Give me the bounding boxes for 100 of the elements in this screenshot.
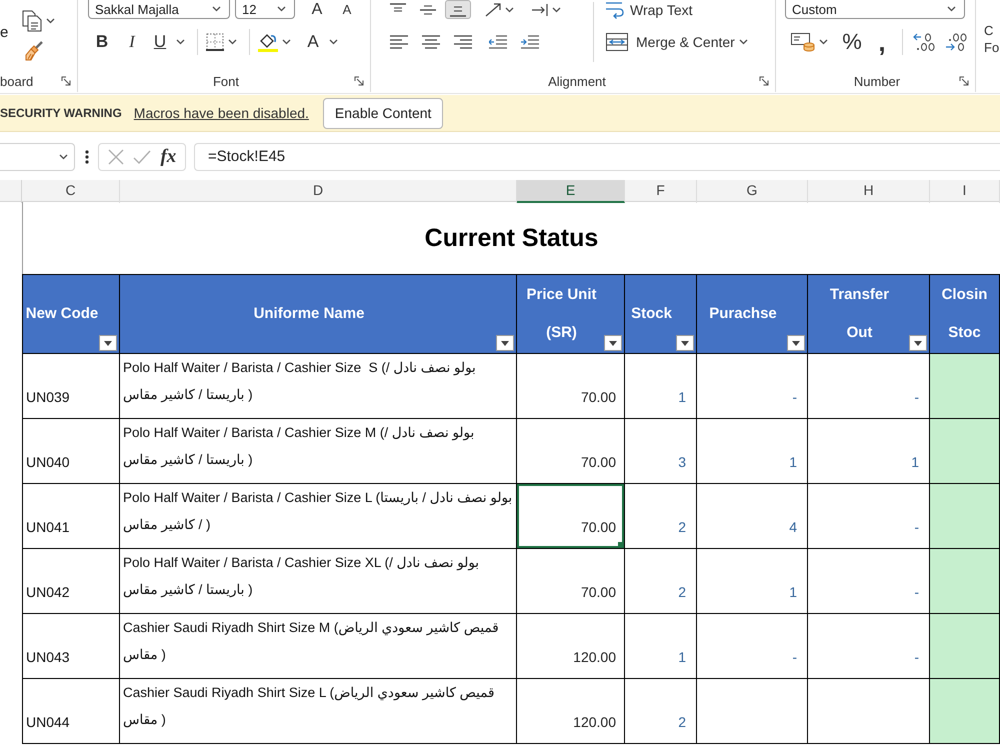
table-cell: 120.00 xyxy=(517,614,625,679)
decrease-indent-icon[interactable] xyxy=(489,35,507,49)
formula-field[interactable]: =Stock!E45 xyxy=(194,142,1000,170)
dialog-launcher-icon[interactable] xyxy=(759,76,769,86)
dialog-launcher-icon[interactable] xyxy=(354,76,364,86)
group-label: Alignment xyxy=(548,74,606,88)
column-title: Transfer Out xyxy=(828,285,890,343)
align-left-icon xyxy=(390,35,408,49)
chevron-down-icon[interactable] xyxy=(947,6,956,12)
wrap-text-icon xyxy=(606,0,624,18)
chevron-down-icon[interactable] xyxy=(46,18,56,24)
table-cell: 2 xyxy=(625,484,697,549)
column-title: New Code xyxy=(26,304,98,324)
chevron-down-icon[interactable] xyxy=(277,6,286,12)
group-label: board xyxy=(0,74,34,88)
dialog-launcher-icon[interactable] xyxy=(959,76,969,86)
caret-down-icon xyxy=(104,340,112,346)
font-name-dropdown[interactable]: Sakkal Majalla xyxy=(88,0,230,19)
diagonal-arrow-icon[interactable] xyxy=(485,2,501,16)
merge-cells-icon xyxy=(606,33,628,51)
column-title: Stock xyxy=(631,304,672,324)
chevron-down-icon[interactable] xyxy=(282,39,291,45)
chevron-down-icon[interactable] xyxy=(552,6,561,12)
comma-style-button[interactable]: , xyxy=(870,29,894,55)
arrow-to-bar-icon[interactable] xyxy=(532,2,548,16)
warning-title: SECURITY WARNING xyxy=(0,106,122,120)
merge-center-button[interactable]: Merge & Center xyxy=(606,29,735,55)
table-cell: 1 xyxy=(625,614,697,679)
decrease-decimal-icon[interactable] xyxy=(945,33,967,51)
copy-icon[interactable] xyxy=(22,10,42,32)
caret-down-icon xyxy=(501,340,509,346)
vertical-dots-icon[interactable] xyxy=(85,150,89,164)
column-heading[interactable]: G xyxy=(697,180,808,203)
grow-font-button[interactable]: A xyxy=(305,0,329,22)
filter-button[interactable] xyxy=(676,335,694,351)
caret-down-icon xyxy=(792,340,800,346)
table-cell: 3 xyxy=(625,419,697,484)
table-cell: Cashier Saudi Riyadh Shirt Size M (قميص كاشير سعودي الرياض مقاس ) xyxy=(120,614,517,679)
checkmark-icon[interactable] xyxy=(133,150,152,164)
percent-style-button[interactable]: % xyxy=(840,29,864,55)
chevron-down-icon[interactable] xyxy=(329,39,338,45)
align-button[interactable] xyxy=(445,0,471,19)
table-cell: - xyxy=(697,614,808,679)
table-cell: 1 xyxy=(697,419,808,484)
conditional-formatting-button[interactable]: C Fo xyxy=(984,22,1000,56)
chevron-down-icon[interactable] xyxy=(59,154,68,160)
filter-button[interactable] xyxy=(604,335,622,351)
number-format-dropdown[interactable]: Custom xyxy=(785,0,965,19)
increase-indent-icon[interactable] xyxy=(521,35,539,49)
table-cell: 70.00 xyxy=(517,549,625,614)
chevron-down-icon[interactable] xyxy=(738,39,748,45)
italic-button[interactable]: I xyxy=(120,29,144,55)
paste-button[interactable]: e xyxy=(0,24,8,42)
table-cell: 1 xyxy=(697,549,808,614)
chevron-down-icon[interactable] xyxy=(212,6,221,12)
table-cell: 1 xyxy=(625,354,697,419)
table-cell: Polo Half Waiter / Barista / Cashier Size M (بولو نصف نادل / باريستا / كاشير مقاس ) xyxy=(120,419,517,484)
chevron-down-icon[interactable] xyxy=(176,39,185,45)
group-label: Font xyxy=(212,74,239,88)
font-size-dropdown[interactable]: 12 xyxy=(235,0,295,19)
paintbrush-icon[interactable] xyxy=(25,41,44,61)
table-cell: 70.00 xyxy=(517,354,625,419)
filter-button[interactable] xyxy=(909,335,927,351)
caret-down-icon xyxy=(609,340,617,346)
align-center-icon xyxy=(422,35,440,49)
chevron-down-icon[interactable] xyxy=(819,39,828,45)
column-heading[interactable]: F xyxy=(625,180,697,203)
table-cell: UN040 xyxy=(22,419,120,484)
table-cell: 4 xyxy=(697,484,808,549)
table-cell: UN044 xyxy=(22,679,120,744)
column-heading[interactable]: I xyxy=(930,180,1000,203)
dialog-launcher-icon[interactable] xyxy=(61,76,71,86)
shrink-font-button[interactable]: A xyxy=(335,0,359,22)
column-heading[interactable]: E xyxy=(517,180,625,203)
column-title: Closin Stoc xyxy=(940,285,988,343)
macros-link[interactable]: Macros have been disabled. xyxy=(134,105,309,121)
wrap-text-button[interactable]: Wrap Text xyxy=(606,0,693,19)
enable-content-button[interactable]: Enable Content xyxy=(322,98,444,128)
column-heading[interactable]: C xyxy=(22,180,120,203)
increase-decimal-icon[interactable] xyxy=(913,33,935,51)
filter-button[interactable] xyxy=(99,335,117,351)
filter-button[interactable] xyxy=(787,335,805,351)
paint-bucket-icon[interactable] xyxy=(258,32,278,52)
underline-button[interactable]: U xyxy=(148,29,172,55)
column-heading[interactable]: H xyxy=(808,180,930,203)
align-middle-icon xyxy=(420,2,436,16)
chevron-down-icon[interactable] xyxy=(228,39,237,45)
caret-down-icon xyxy=(681,340,689,346)
table-cell: 2 xyxy=(625,549,697,614)
table-cell: 120.00 xyxy=(517,679,625,744)
chevron-down-icon[interactable] xyxy=(505,6,514,12)
column-title: Uniforme Name xyxy=(254,304,364,324)
filter-button[interactable] xyxy=(496,335,514,351)
font-color-button[interactable]: A xyxy=(301,29,325,55)
card-coins-icon[interactable] xyxy=(791,32,815,52)
table-cell: UN041 xyxy=(22,484,120,549)
insert-function-button[interactable]: fx xyxy=(160,146,176,168)
table-cell: 2 xyxy=(625,679,697,744)
borders-icon[interactable] xyxy=(206,33,224,51)
bold-button[interactable]: B xyxy=(90,29,114,55)
